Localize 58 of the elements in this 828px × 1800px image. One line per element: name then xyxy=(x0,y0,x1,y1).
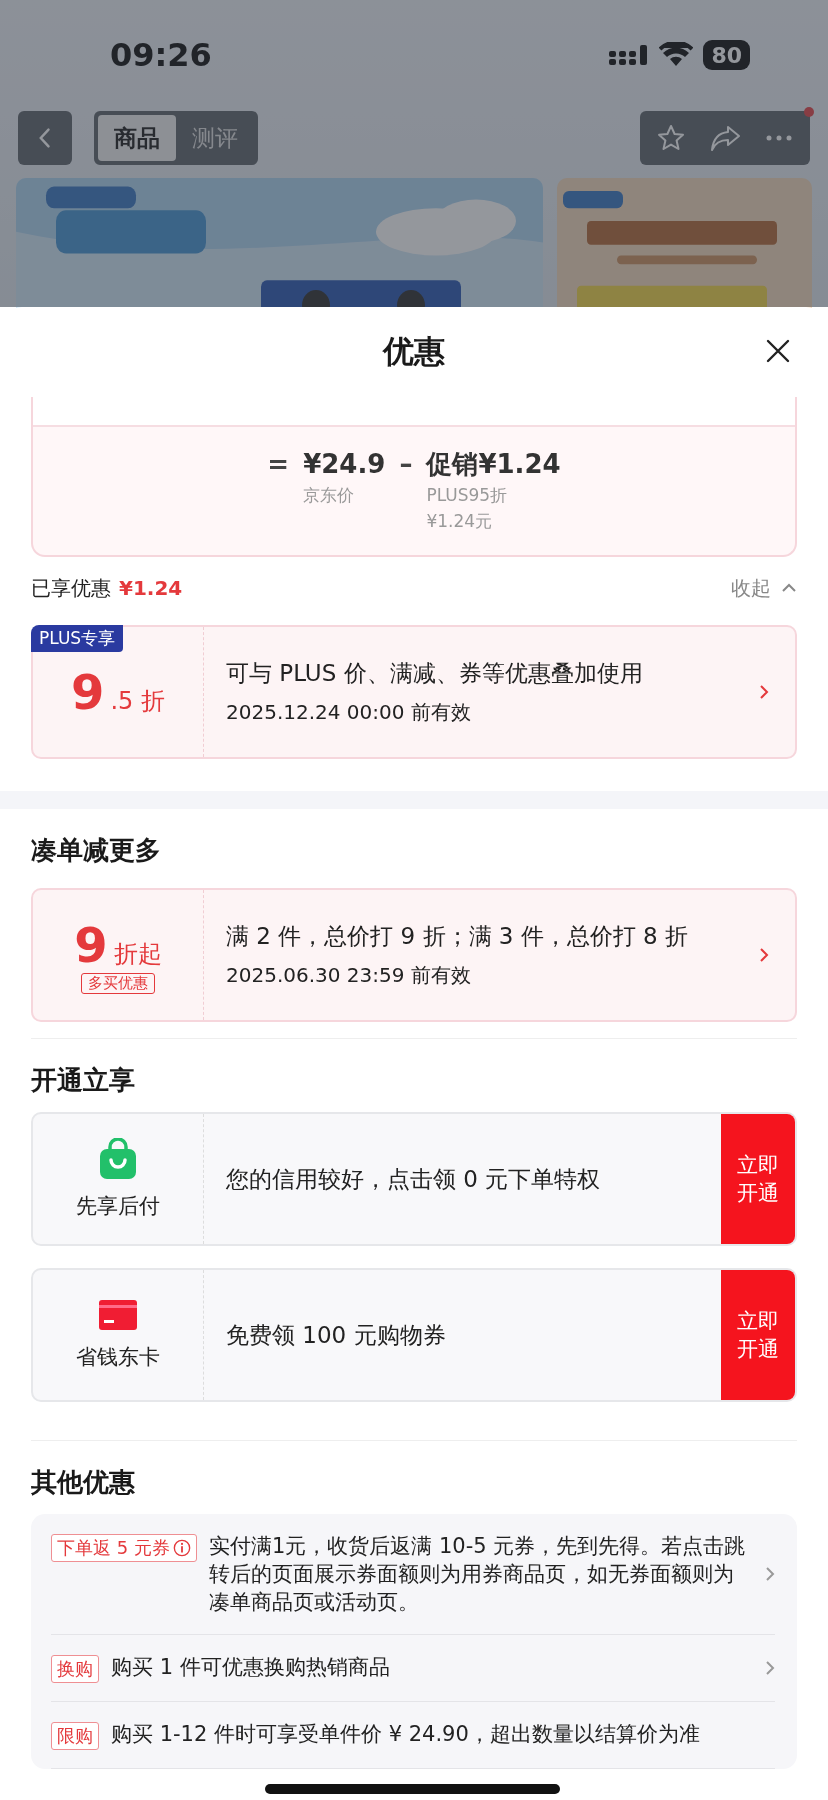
offer-tag: 多买优惠 xyxy=(81,972,155,994)
validity-date: 2025.12.24 00:00 前有效 xyxy=(226,699,472,726)
share-icon xyxy=(709,123,741,153)
more-icon xyxy=(766,135,792,141)
price-label: 京东价 xyxy=(303,484,355,507)
offer-row[interactable]: 换购 购买 1 件可优惠换购热销商品 xyxy=(51,1635,775,1702)
discount-amount: ¥1.24 xyxy=(119,576,183,600)
service-description: 您的信用较好，点击领 0 元下单特权 xyxy=(225,1164,602,1194)
plus-badge: PLUS专享 xyxy=(31,625,124,652)
offer-tag: 换购 xyxy=(51,1655,99,1683)
shopping-bag-icon xyxy=(98,1138,138,1180)
star-icon xyxy=(656,123,686,153)
tab[interactable]: 商品 xyxy=(98,115,176,161)
section-title: 凑单减更多 xyxy=(31,834,162,867)
service-description: 免费领 100 元购物券 xyxy=(225,1320,447,1350)
operator-sign: = xyxy=(267,448,290,481)
offer-tag: 下单返 5 元券 xyxy=(51,1534,197,1562)
signal-icon xyxy=(609,43,650,67)
collapse-toggle[interactable]: 收起 xyxy=(731,574,797,602)
service-name: 先享后付 xyxy=(76,1193,160,1220)
offer-description: 购买 1 件可优惠换购热销商品 xyxy=(111,1654,391,1681)
applied-label: 已享优惠 xyxy=(31,574,111,602)
offer-description: 可与 PLUS 价、满减、券等优惠叠加使用 xyxy=(226,659,644,688)
discount-number: 9 xyxy=(74,916,108,973)
price-label: ¥1.24元 xyxy=(426,510,493,533)
operator-sign: – xyxy=(399,448,413,481)
price-value: ¥24.9 xyxy=(303,448,386,481)
chevron-right-icon xyxy=(759,947,769,963)
price-value: 促销¥1.24 xyxy=(426,448,561,481)
price-label: PLUS95折 xyxy=(426,484,508,507)
chevron-right-icon xyxy=(759,684,769,700)
activate-button[interactable]: 立即开通 xyxy=(721,1270,795,1400)
battery-level: 80 xyxy=(711,42,742,68)
offer-description: 实付满1元，收货后返满 10-5 元券，先到先得。若点击跳转后的页面展示券面额则为用券商品页，如无券面额则为凑单商品页或活动页。 xyxy=(208,1533,747,1616)
offer-description: 购买 1-12 件时可享受单件价 ¥ 24.90，超出数量以结算价为准 xyxy=(111,1721,701,1748)
offer-description: 满 2 件，总价打 9 折；满 3 件，总价打 8 折 xyxy=(226,922,690,951)
service-name: 省钱东卡 xyxy=(76,1344,160,1371)
card-icon xyxy=(98,1299,138,1331)
close-button[interactable] xyxy=(764,337,792,365)
offer-card[interactable]: 9 折起 多买优惠 满 2 件，总价打 9 折；满 3 件，总价打 8 折 2025.06.30 23:59 前有效 xyxy=(31,888,797,1022)
validity-date: 2025.06.30 23:59 前有效 xyxy=(226,962,472,989)
back-button[interactable] xyxy=(18,111,72,165)
section-title: 其他优惠 xyxy=(31,1466,136,1499)
discount-unit: .5 折 xyxy=(110,686,165,717)
offer-row[interactable]: 下单返 5 元券 实付满1元，收货后返满 10-5 元券，先到先得。若点击跳转后的页面展示券面额则为用券商品页，如无券面额则为凑单商品页或活动页。 xyxy=(51,1514,775,1635)
discount-unit: 折起 xyxy=(113,938,162,970)
wifi-icon xyxy=(659,42,694,68)
chevron-up-icon xyxy=(781,583,797,593)
sheet-title: 优惠 xyxy=(383,332,445,371)
offer-card[interactable]: PLUS专享 9.5 折 可与 PLUS 价、满减、券等优惠叠加使用 2025.12.24 00:00 前有效 xyxy=(31,625,797,759)
section-title: 开通立享 xyxy=(31,1064,136,1097)
back-icon xyxy=(38,127,52,149)
status-time: 09:26 xyxy=(110,36,212,74)
discount-number: 9 xyxy=(71,664,105,720)
close-icon xyxy=(766,339,790,363)
activate-button[interactable]: 立即开通 xyxy=(721,1114,795,1244)
offer-tag: 限购 xyxy=(51,1722,99,1750)
offer-row[interactable]: 限购 购买 1-12 件时可享受单件价 ¥ 24.90，超出数量以结算价为准 xyxy=(51,1702,775,1769)
